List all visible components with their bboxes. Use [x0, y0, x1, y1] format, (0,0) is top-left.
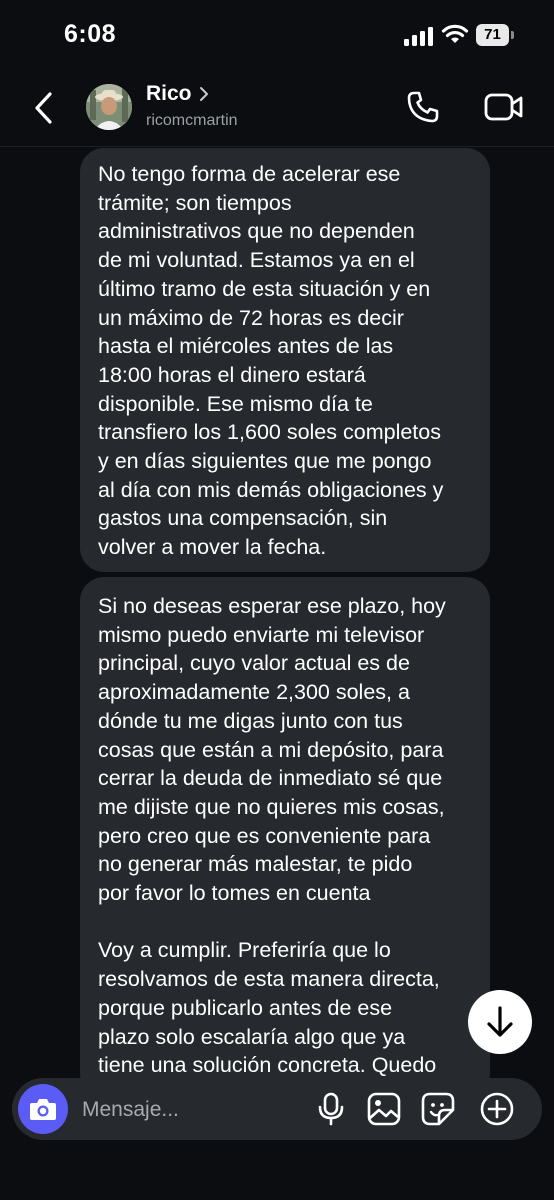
battery-icon: 71: [476, 24, 516, 46]
sticker-icon[interactable]: [421, 1092, 455, 1126]
avatar-image: [86, 84, 132, 130]
camera-icon: [30, 1099, 56, 1120]
arrow-down-icon: [487, 1006, 513, 1037]
scroll-to-bottom-button[interactable]: [468, 990, 532, 1054]
microphone-icon[interactable]: [314, 1092, 348, 1126]
status-bar: 6:08 71: [0, 0, 554, 70]
message-input[interactable]: [80, 1094, 304, 1126]
plus-circle-icon[interactable]: [480, 1092, 514, 1126]
chat-header: Rico ricomcmartin: [0, 70, 554, 147]
message-composer: [12, 1078, 542, 1140]
status-time: 6:08: [64, 20, 117, 48]
signal-icon: [404, 27, 433, 46]
back-chevron-icon[interactable]: [30, 90, 60, 126]
video-camera-icon[interactable]: [484, 92, 524, 122]
contact-name: Rico: [146, 82, 192, 105]
avatar[interactable]: [86, 84, 132, 130]
message-bubble[interactable]: No tengo forma de acelerar ese trámite; …: [80, 148, 490, 572]
message-bubble[interactable]: Si no deseas esperar ese plazo, hoy mism…: [80, 577, 490, 1097]
camera-button[interactable]: [18, 1084, 68, 1134]
contact-name-button[interactable]: Rico: [146, 82, 209, 106]
contact-username: ricomcmartin: [146, 112, 238, 129]
chevron-right-icon: [199, 87, 208, 101]
wifi-icon: [441, 24, 469, 43]
battery-level: 71: [476, 24, 509, 46]
image-icon[interactable]: [367, 1092, 401, 1126]
phone-icon[interactable]: [406, 90, 440, 124]
